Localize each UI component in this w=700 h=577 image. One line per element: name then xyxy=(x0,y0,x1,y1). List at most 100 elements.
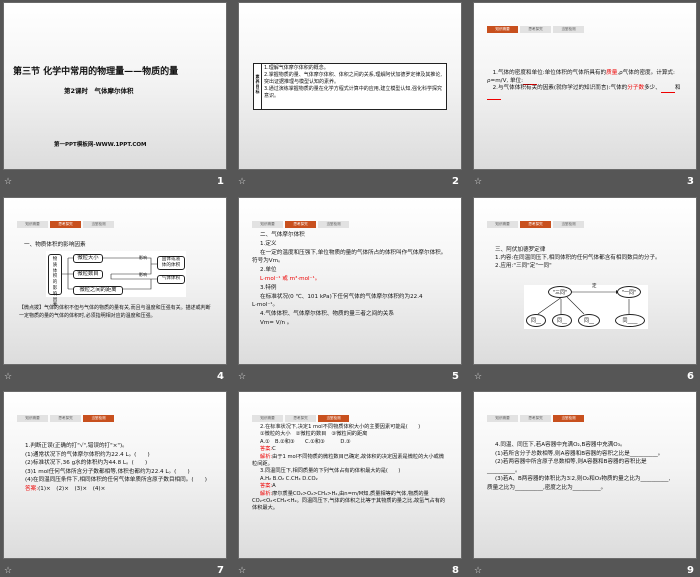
slide-number: 9 xyxy=(687,565,694,576)
tab-explore[interactable]: 思考探究 xyxy=(50,415,81,422)
tab-test[interactable]: 当堂检测 xyxy=(83,415,114,422)
slide-thumbnail-3[interactable]: 知识精要 思考探究 当堂检测 1.气体的密度和单位:单位体积的气体所具有的质量,… xyxy=(473,2,697,170)
influence-label: 影响 xyxy=(139,272,147,277)
slide-text: 4.同温、同压下,若A容器中充满O₂,B容器中充满O₃。 (1)若所含分子总数相… xyxy=(487,441,675,493)
choices: A.H₂ B.O₂ C.CH₄ D.CO₂ xyxy=(260,475,318,482)
tab-test[interactable]: 当堂检测 xyxy=(553,415,584,422)
answer-text: (1)× (2)× (3)× (4)× xyxy=(38,485,106,492)
same-node: 同____ xyxy=(615,314,645,327)
slide-number: 5 xyxy=(452,371,459,382)
text-line: 三、阿伏加德罗定律 xyxy=(495,247,546,253)
determine-label: 定 xyxy=(592,284,597,289)
tab-knowledge[interactable]: 知识精要 xyxy=(17,221,48,228)
answer-label: 答案: xyxy=(260,446,273,453)
slide-number: 1 xyxy=(217,176,224,187)
tab-knowledge[interactable]: 知识精要 xyxy=(487,26,518,33)
slide-thumbnail-7[interactable]: 知识精要 思考探究 当堂检测 1.判断正误(正确的打"√",错误的打"×")。 … xyxy=(3,391,227,559)
factor-diagram: 物质体积的影响因素 微粒大小 微粒数目 微粒之间的距离 影响 影响 固体或液体的… xyxy=(46,251,186,308)
star-icon[interactable]: ☆ xyxy=(238,177,246,187)
same-node: 同__ xyxy=(552,314,572,327)
tab-test[interactable]: 当堂检测 xyxy=(83,221,114,228)
slide-thumbnail-2[interactable]: 素养目标 1.理解气体摩尔体积的概念。 2.掌握物质的量、气体摩尔体积、体积之间… xyxy=(238,2,462,170)
star-icon[interactable]: ☆ xyxy=(238,372,246,382)
tab-test[interactable]: 当堂检测 xyxy=(553,26,584,33)
star-icon[interactable]: ☆ xyxy=(4,177,12,187)
tab-test[interactable]: 当堂检测 xyxy=(553,221,584,228)
slide-thumbnail-8[interactable]: 知识精要 思考探究 当堂检测 2.在标准状况下,决定1 mol不同物质体积大小的… xyxy=(238,391,462,559)
blank xyxy=(487,94,501,101)
answer-label: 答案: xyxy=(260,483,273,490)
text-line: 二、气体摩尔体积 xyxy=(260,232,305,238)
answer-fill: 分子数 xyxy=(627,85,645,92)
star-icon[interactable]: ☆ xyxy=(474,177,482,187)
text-line: 2.应用:"三同"定"一同" xyxy=(495,263,552,269)
same-node: 同__ xyxy=(578,314,600,327)
slide-number: 2 xyxy=(452,176,459,187)
text: 多少、 xyxy=(644,85,661,92)
slide-thumbnail-5[interactable]: 知识精要 思考探究 当堂检测 二、气体摩尔体积 1.定义 在一定的温度和压强下,… xyxy=(238,197,462,365)
slide-thumbnail-1[interactable]: 第三节 化学中常用的物理量——物质的量 第2课时 气体摩尔体积 第一PPT模板网… xyxy=(3,2,227,170)
tab-knowledge[interactable]: 知识精要 xyxy=(17,415,48,422)
slide-number: 6 xyxy=(687,371,694,382)
text-line: (3)1 mol任何气体所含分子数都相等,体积也都约为22.4 L。( ) xyxy=(25,468,190,475)
text-line: 3.特例 xyxy=(260,284,277,291)
text: 2.与气体体积有关的因素(就你学过的知识而言):气体的 xyxy=(492,85,628,92)
blank xyxy=(660,87,675,93)
star-icon[interactable]: ☆ xyxy=(474,566,482,576)
star-icon[interactable]: ☆ xyxy=(4,372,12,382)
tab-explore[interactable]: 思考探究 xyxy=(285,415,316,422)
text-line: 4.同温、同压下,若A容器中充满O₂,B容器中充满O₃。 xyxy=(495,442,626,448)
slide-text: 1.气体的密度和单位:单位体积的气体所具有的质量,ρ气体的密度。计算式: ρ=m… xyxy=(487,70,687,101)
objectives-label: 素养目标 xyxy=(254,64,262,109)
three-same-node: "三同" xyxy=(548,286,572,298)
tab-explore[interactable]: 思考探究 xyxy=(520,221,551,228)
influence-label: 影响 xyxy=(139,255,147,260)
slide-number: 7 xyxy=(217,565,224,576)
text-line: 在一定的温度和压强下,单位物质的量的气体所占的体积叫作气体摩尔体积。符号为Vm。 xyxy=(252,249,447,265)
star-icon[interactable]: ☆ xyxy=(4,566,12,576)
text-line: 1.定义 xyxy=(260,240,277,247)
star-icon[interactable]: ☆ xyxy=(474,372,482,382)
objective-3: 3.通过演练掌握物质的量在化学方程式计算中的应用,建立模型认知,强化科学探究意识… xyxy=(264,86,442,99)
slide-number: 3 xyxy=(687,176,694,187)
question: 3.同温同压下,相同质量的下列气体占有的体积最大的是( ) xyxy=(260,468,401,475)
tab-explore[interactable]: 思考探究 xyxy=(520,26,551,33)
text: 和 xyxy=(674,85,681,92)
text-line: 1.判断正误(正确的打"√",错误的打"×")。 xyxy=(25,443,128,449)
answer-fill: 质量 xyxy=(606,70,618,76)
analysis-label: 解析: xyxy=(260,490,273,497)
section-heading: 一、物质体积的影响因素 xyxy=(24,242,86,248)
text: 1.气体的密度和单位:单位体积的气体所具有的 xyxy=(492,70,607,76)
tab-knowledge[interactable]: 知识精要 xyxy=(252,221,283,228)
tab-knowledge[interactable]: 知识精要 xyxy=(487,221,518,228)
answer-label: 答案: xyxy=(25,485,39,492)
slide-thumbnail-6[interactable]: 知识精要 思考探究 当堂检测 三、阿伏加德罗定律 1.内容:在同温同压下,相同体… xyxy=(473,197,697,365)
slide-number: 8 xyxy=(452,565,459,576)
same-node: 同__ xyxy=(526,314,546,327)
tab-knowledge[interactable]: 知识精要 xyxy=(487,415,518,422)
slide-thumbnail-4[interactable]: 知识精要 思考探究 当堂检测 一、物质体积的影响因素 物质体积的影响因素 微粒大… xyxy=(3,197,227,365)
slide-text: 二、气体摩尔体积 1.定义 在一定的温度和压强下,单位物质的量的气体所占的体积叫… xyxy=(252,231,448,328)
slide-number: 4 xyxy=(217,371,224,382)
text-line: (2)标准状况下,36 g水的体积约为44.8 L。( ) xyxy=(25,460,148,466)
slide-thumbnail-9[interactable]: 知识精要 思考探究 当堂检测 4.同温、同压下,若A容器中充满O₂,B容器中充满… xyxy=(473,391,697,559)
tab-test[interactable]: 当堂检测 xyxy=(318,415,349,422)
tip-text: 【微点拨】气体的体积不但与气体的物质的量有关,而且与温度和压强有关。描述或判断一… xyxy=(19,305,211,319)
tab-test[interactable]: 当堂检测 xyxy=(318,221,349,228)
text-line: (3)若A、B两容器的体积比为3∶2,则O₂和O₃物质的量之比为________… xyxy=(487,476,671,491)
one-same-node: "一同" xyxy=(617,286,641,298)
text-line: 1.内容:在同温同压下,相同体积的任何气体都含有相同数目的分子。 xyxy=(495,255,661,261)
text-line: (2)若两容器中所含原子总数相等,则A容器和B容器的容积比是__________… xyxy=(487,459,647,474)
tab-explore[interactable]: 思考探究 xyxy=(50,221,81,228)
tab-knowledge[interactable]: 知识精要 xyxy=(252,415,283,422)
star-icon[interactable]: ☆ xyxy=(238,566,246,576)
text-line: 在标准状况(0 ℃、101 kPa)下任何气体的气体摩尔体积约为22.4 L·m… xyxy=(252,293,423,309)
tab-explore[interactable]: 思考探究 xyxy=(520,415,551,422)
objective-1: 1.理解气体摩尔体积的概念。 xyxy=(264,65,329,71)
slide-title: 第三节 化学中常用的物理量——物质的量 xyxy=(13,67,179,77)
slide-text: 2.在标准状况下,决定1 mol不同物质体积大小的主要因素可能是( ) ①微粒的… xyxy=(252,424,448,513)
result-box: 固体或液体的体积 xyxy=(157,256,185,270)
slide-footer: 第一PPT模板网-WWW.1PPT.COM xyxy=(54,142,147,148)
text-line: (1)通常状况下的气体摩尔体积约为22.4 L。( ) xyxy=(25,451,150,458)
tab-explore[interactable]: 思考探究 xyxy=(285,221,316,228)
